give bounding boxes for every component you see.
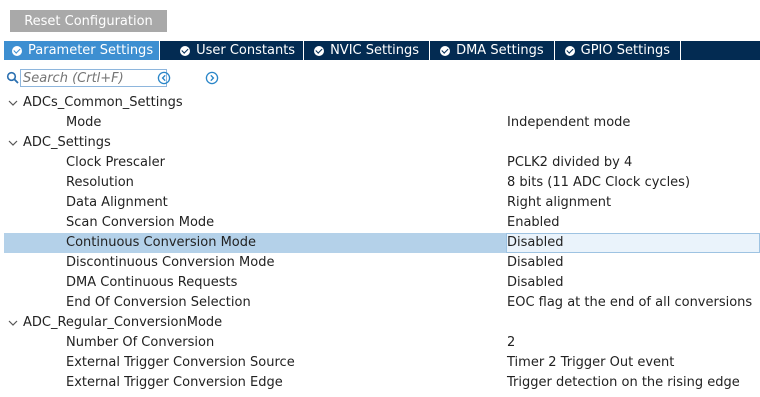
- param-row[interactable]: External Trigger Conversion Source Timer…: [4, 353, 760, 373]
- tab-label: Parameter Settings: [28, 43, 154, 58]
- parameter-tree: ADCs_Common_Settings Mode Independent mo…: [4, 93, 760, 393]
- tab-bar: Parameter Settings User Constants NVIC S…: [4, 41, 760, 60]
- group-adc-settings[interactable]: ADC_Settings: [4, 133, 760, 153]
- tab-label: GPIO Settings: [580, 43, 671, 58]
- param-row[interactable]: Mode Independent mode: [4, 113, 760, 133]
- search-input[interactable]: [20, 69, 167, 87]
- chevron-down-icon[interactable]: [8, 318, 18, 328]
- check-circle-icon: [314, 45, 325, 56]
- check-circle-icon: [440, 45, 451, 56]
- chevron-down-icon[interactable]: [8, 138, 18, 148]
- param-value[interactable]: Timer 2 Trigger Out event: [507, 353, 674, 373]
- param-value[interactable]: Enabled: [507, 213, 560, 233]
- param-label: Scan Conversion Mode: [66, 215, 215, 230]
- group-label: ADC_Settings: [23, 135, 111, 150]
- param-label: External Trigger Conversion Edge: [66, 375, 283, 390]
- tab-parameter-settings[interactable]: Parameter Settings: [4, 41, 161, 60]
- param-label: Clock Prescaler: [66, 155, 165, 170]
- param-row[interactable]: DMA Continuous Requests Disabled: [4, 273, 760, 293]
- tab-label: User Constants: [196, 43, 296, 58]
- group-adc-regular-conversionmode[interactable]: ADC_Regular_ConversionMode: [4, 313, 760, 333]
- param-value[interactable]: Trigger detection on the rising edge: [507, 373, 740, 393]
- param-value[interactable]: Disabled: [507, 253, 563, 273]
- chevron-left-circle-icon[interactable]: [157, 71, 171, 85]
- param-row[interactable]: End Of Conversion Selection EOC flag at …: [4, 293, 760, 313]
- param-value[interactable]: Right alignment: [507, 193, 611, 213]
- group-adcs-common-settings[interactable]: ADCs_Common_Settings: [4, 93, 760, 113]
- param-row[interactable]: Discontinuous Conversion Mode Disabled: [4, 253, 760, 273]
- chevron-right-circle-icon[interactable]: [205, 71, 219, 85]
- param-label: Discontinuous Conversion Mode: [66, 255, 275, 270]
- tab-user-constants[interactable]: User Constants: [160, 41, 305, 60]
- param-label: External Trigger Conversion Source: [66, 355, 295, 370]
- param-row[interactable]: Data Alignment Right alignment: [4, 193, 760, 213]
- param-row[interactable]: External Trigger Conversion Edge Trigger…: [4, 373, 760, 393]
- check-circle-icon: [12, 45, 22, 56]
- param-row[interactable]: Scan Conversion Mode Enabled: [4, 213, 760, 233]
- param-value[interactable]: Disabled: [507, 233, 563, 253]
- param-row[interactable]: Resolution 8 bits (11 ADC Clock cycles): [4, 173, 760, 193]
- param-label: End Of Conversion Selection: [66, 295, 251, 310]
- param-label: Mode: [66, 115, 102, 130]
- param-label: DMA Continuous Requests: [66, 275, 238, 290]
- param-value[interactable]: EOC flag at the end of all conversions: [507, 293, 752, 313]
- tab-label: DMA Settings: [456, 43, 544, 58]
- param-value[interactable]: PCLK2 divided by 4: [507, 153, 632, 173]
- param-label: Continuous Conversion Mode: [66, 235, 256, 250]
- param-value[interactable]: 8 bits (11 ADC Clock cycles): [507, 173, 690, 193]
- tab-dma-settings[interactable]: DMA Settings: [430, 41, 555, 60]
- tab-label: NVIC Settings: [330, 43, 420, 58]
- tab-nvic-settings[interactable]: NVIC Settings: [304, 41, 431, 60]
- param-value[interactable]: Independent mode: [507, 113, 630, 133]
- reset-configuration-button[interactable]: Reset Configuration: [10, 10, 167, 32]
- param-label: Resolution: [66, 175, 134, 190]
- param-value[interactable]: Disabled: [507, 273, 563, 293]
- param-row[interactable]: Number Of Conversion 2: [4, 333, 760, 353]
- chevron-down-icon[interactable]: [8, 98, 18, 108]
- search-bar: [4, 68, 404, 88]
- group-label: ADCs_Common_Settings: [23, 95, 183, 110]
- check-circle-icon: [564, 45, 575, 56]
- param-value[interactable]: 2: [507, 333, 515, 353]
- param-label: Number Of Conversion: [66, 335, 215, 350]
- param-row[interactable]: Clock Prescaler PCLK2 divided by 4: [4, 153, 760, 173]
- group-label: ADC_Regular_ConversionMode: [23, 315, 223, 330]
- tab-gpio-settings[interactable]: GPIO Settings: [555, 41, 682, 60]
- check-circle-icon: [180, 45, 191, 56]
- param-row-selected[interactable]: Continuous Conversion Mode Disabled: [4, 233, 760, 253]
- param-label: Data Alignment: [66, 195, 168, 210]
- search-icon: [6, 71, 19, 84]
